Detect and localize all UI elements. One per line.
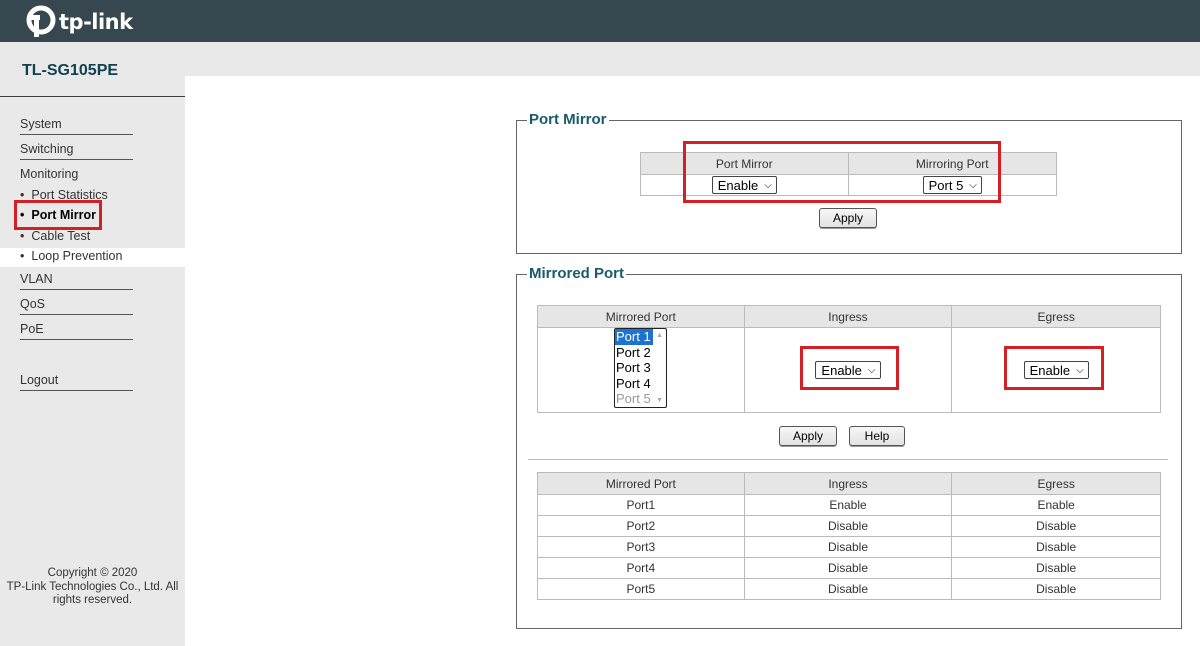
brand-text: tp-link <box>59 10 133 34</box>
highlight-box <box>1004 346 1104 390</box>
table-row: Port2 Disable Disable <box>537 515 1161 537</box>
sidebar-item-qos[interactable]: QoS <box>20 297 133 315</box>
table-cell: Disable <box>951 515 1161 537</box>
sidebar-item-logout[interactable]: Logout <box>20 373 133 391</box>
sidebar-item-system[interactable]: System <box>20 117 133 135</box>
table-row: Port3 Disable Disable <box>537 536 1161 558</box>
mirrored-port-apply-button[interactable]: Apply <box>779 426 837 446</box>
sidebar-subitem-cable-test[interactable]: • Cable Test <box>20 229 90 243</box>
table-cell: Disable <box>743 536 953 558</box>
table-cell: Port1 <box>537 494 745 516</box>
sidebar-item-poe[interactable]: PoE <box>20 322 133 340</box>
table-cell: Enable <box>743 494 953 516</box>
model-name: TL-SG105PE <box>22 62 119 79</box>
scroll-up-icon[interactable]: ▲ <box>656 332 663 339</box>
table-cell: Disable <box>743 515 953 537</box>
model-box: TL-SG105PE <box>0 42 185 97</box>
table-cell: Enable <box>951 494 1161 516</box>
table-cell: Port5 <box>537 578 745 600</box>
listbox-option[interactable]: Port 1 <box>615 329 653 345</box>
port-mirror-legend: Port Mirror <box>527 111 609 128</box>
column-header: Mirrored Port <box>537 472 745 495</box>
highlight-box <box>14 200 102 230</box>
table-cell: Port2 <box>537 515 745 537</box>
help-button[interactable]: Help <box>849 426 905 446</box>
mirrored-port-status-table: Mirrored Port Ingress Egress Port1 Enabl… <box>537 472 1161 600</box>
table-cell: Disable <box>951 578 1161 600</box>
table-row: Port1 Enable Enable <box>537 494 1161 516</box>
listbox-option[interactable]: Port 2 <box>615 345 666 361</box>
highlight-box <box>800 346 899 390</box>
column-header: Ingress <box>743 472 953 495</box>
sidebar-subitem-label: Loop Prevention <box>31 249 123 263</box>
copyright: Copyright © 2020 TP-Link Technologies Co… <box>0 567 185 608</box>
table-cell: Disable <box>743 557 953 579</box>
table-row: Port4 Disable Disable <box>537 557 1161 579</box>
column-header: Egress <box>951 472 1161 495</box>
sidebar-subitem-label: Cable Test <box>31 229 91 243</box>
column-header: Ingress <box>743 305 953 328</box>
table-cell: Disable <box>951 557 1161 579</box>
tp-link-logo-icon <box>26 5 56 37</box>
divider <box>528 459 1168 460</box>
table-cell: Disable <box>743 578 953 600</box>
tp-link-logo: tp-link <box>22 5 133 39</box>
sidebar-item-monitoring[interactable]: Monitoring <box>20 167 78 181</box>
bullet-icon: • <box>20 229 25 243</box>
table-cell: Port3 <box>537 536 745 558</box>
sidebar-subitem-loop-prevention[interactable]: • Loop Prevention <box>20 249 122 263</box>
table-row: Port5 Disable Disable <box>537 578 1161 600</box>
table-cell: Disable <box>951 536 1161 558</box>
copyright-line: Copyright © 2020 <box>47 567 138 579</box>
listbox-option[interactable]: Port 3 <box>615 360 666 376</box>
listbox-option[interactable]: Port 4 <box>615 376 666 392</box>
highlight-box <box>683 141 1001 203</box>
top-bar: tp-link <box>0 0 1200 42</box>
column-header: Mirrored Port <box>537 305 745 328</box>
mirrored-port-listbox[interactable]: Port 1 Port 2 Port 3 Port 4 Port 5 ▲ ▼ <box>614 328 667 408</box>
mirrored-port-legend: Mirrored Port <box>527 265 627 282</box>
port-mirror-apply-button[interactable]: Apply <box>819 208 877 228</box>
table-cell: Port4 <box>537 557 745 579</box>
sidebar-item-vlan[interactable]: VLAN <box>20 272 133 290</box>
copyright-line: rights reserved. <box>52 594 133 606</box>
sidebar-item-switching[interactable]: Switching <box>20 142 133 160</box>
scroll-down-icon[interactable]: ▼ <box>656 397 663 404</box>
copyright-line: TP-Link Technologies Co., Ltd. All <box>6 580 179 593</box>
column-header: Egress <box>951 305 1161 328</box>
content-top-strip <box>185 42 1200 76</box>
bullet-icon: • <box>20 249 25 263</box>
